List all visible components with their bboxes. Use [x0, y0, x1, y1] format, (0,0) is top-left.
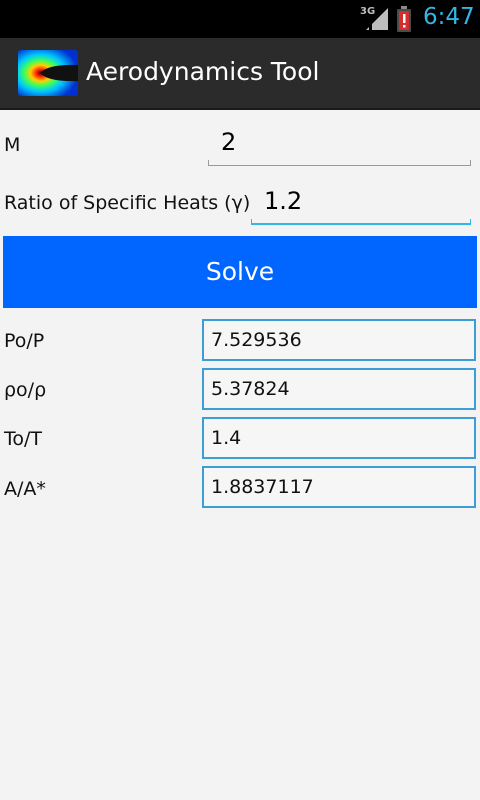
clock: 6:47 — [423, 4, 475, 30]
gamma-underline-cap — [251, 219, 252, 225]
signal-icon — [366, 8, 388, 30]
battery-alert-icon — [397, 6, 411, 32]
aerodynamics-contour-icon[interactable] — [18, 50, 78, 96]
result-label-temperature: To/T — [4, 428, 43, 450]
app-title: Aerodynamics Tool — [86, 57, 320, 86]
solve-button[interactable]: Solve — [3, 236, 477, 308]
status-bar: 3G 6:47 — [0, 0, 480, 38]
result-field-temperature[interactable]: 1.4 — [202, 417, 476, 459]
gamma-underline-cap — [470, 219, 471, 225]
mach-label: M — [4, 134, 21, 156]
result-label-pressure: Po/P — [4, 330, 45, 352]
mach-underline-cap — [208, 160, 209, 166]
action-bar: Aerodynamics Tool — [0, 38, 480, 110]
mach-underline-cap — [470, 160, 471, 166]
gamma-label: Ratio of Specific Heats (γ) — [4, 192, 251, 214]
result-field-density[interactable]: 5.37824 — [202, 368, 476, 410]
gamma-underline — [251, 223, 471, 225]
mach-underline — [208, 165, 471, 166]
gamma-input[interactable]: 1.2 — [251, 181, 471, 225]
result-label-density: ρo/ρ — [4, 379, 47, 401]
mach-value: 2 — [221, 128, 237, 156]
result-field-area[interactable]: 1.8837117 — [202, 466, 476, 508]
mach-input[interactable]: 2 — [208, 122, 471, 166]
gamma-value: 1.2 — [264, 187, 303, 215]
result-field-pressure[interactable]: 7.529536 — [202, 319, 476, 361]
result-label-area: A/A* — [4, 478, 46, 500]
